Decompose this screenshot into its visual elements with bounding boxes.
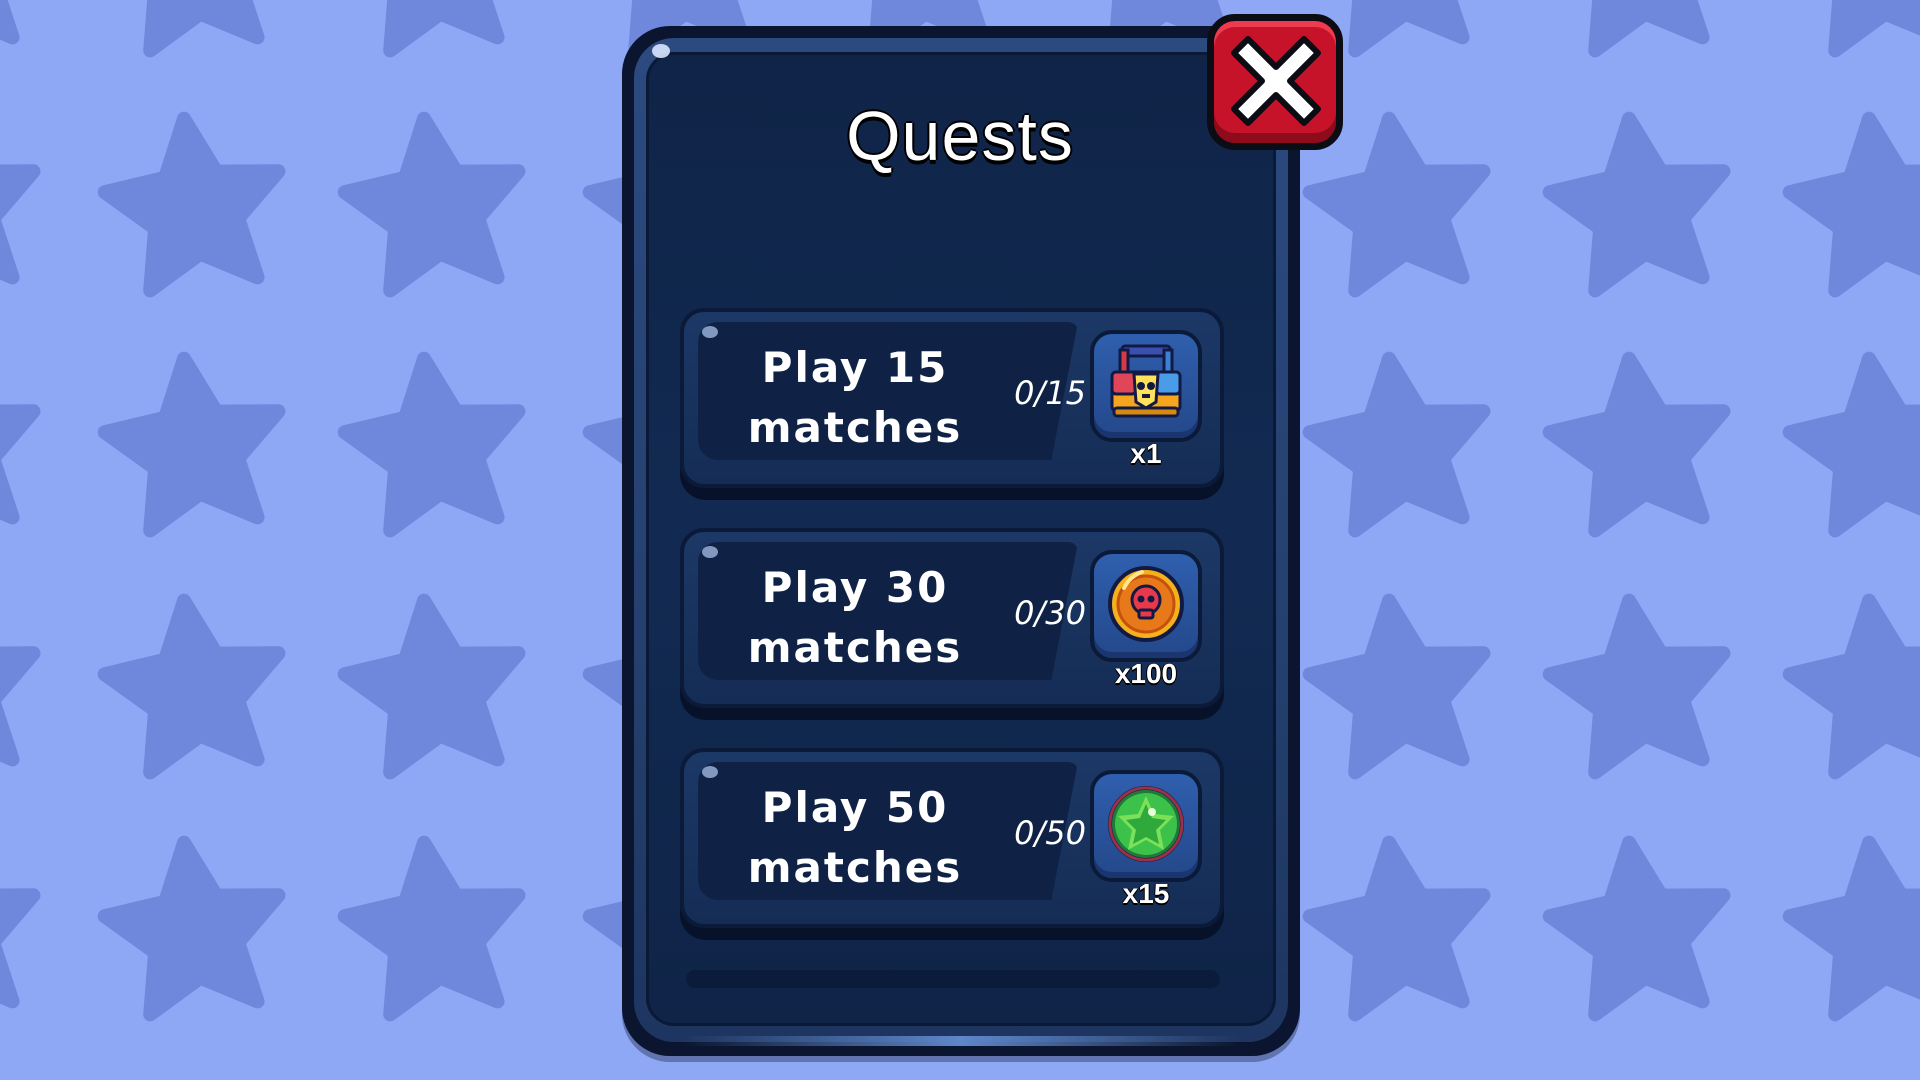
quest-progress: 0/30 — [1014, 594, 1086, 632]
row-gloss — [702, 546, 718, 558]
background-star — [1542, 593, 1731, 780]
quest-label-line1: Play 50 — [761, 783, 949, 832]
background-star — [1542, 351, 1731, 538]
row-gloss — [702, 326, 718, 338]
reward-box[interactable] — [1090, 770, 1202, 882]
background-star — [337, 835, 526, 1022]
next-row-edge — [686, 970, 1220, 988]
background-star — [1782, 835, 1920, 1022]
background-star — [1302, 351, 1491, 538]
background-star — [337, 351, 526, 538]
quest-label: Play 15 matches — [710, 338, 1000, 458]
quest-row[interactable]: Play 15 matches 0/15 x1 — [680, 308, 1224, 500]
panel-bottom-rim — [682, 1036, 1240, 1046]
quest-label: Play 30 matches — [710, 558, 1000, 678]
background-star — [0, 888, 41, 1009]
reward-box[interactable] — [1090, 330, 1202, 442]
close-button[interactable] — [1207, 14, 1343, 150]
reward-quantity: x100 — [1114, 658, 1178, 689]
background-star — [0, 0, 20, 45]
background-star — [1782, 593, 1920, 780]
page-title: Quests — [846, 97, 1074, 175]
background-star — [383, 0, 505, 58]
row-gloss — [702, 766, 718, 778]
quest-label-line2: matches — [747, 403, 963, 452]
brawl-box-icon — [1110, 344, 1182, 418]
background-star — [97, 351, 286, 538]
background-star — [1828, 0, 1920, 58]
background-star — [1302, 835, 1491, 1022]
quest-progress: 0/15 — [1014, 374, 1086, 412]
quest-row[interactable]: Play 50 matches 0/50 x15 — [680, 748, 1224, 940]
gem-icon — [1108, 786, 1184, 862]
reward-quantity: x15 — [1122, 878, 1170, 909]
reward-quantity: x1 — [1130, 438, 1162, 469]
quest-label: Play 50 matches — [710, 778, 1000, 898]
background-star — [143, 0, 265, 58]
background-star — [97, 593, 286, 780]
background-star — [1302, 593, 1491, 780]
quest-label-line2: matches — [747, 843, 963, 892]
background-star — [0, 404, 41, 525]
background-star — [337, 593, 526, 780]
quest-row[interactable]: Play 30 matches 0/30 x100 — [680, 528, 1224, 720]
coin-icon — [1108, 566, 1184, 642]
background-star — [0, 646, 41, 767]
quest-label-line1: Play 15 — [761, 343, 949, 392]
background-star — [1542, 835, 1731, 1022]
background-star — [1588, 0, 1710, 58]
close-x-icon — [1231, 36, 1321, 126]
panel-gloss — [652, 44, 670, 58]
quest-progress: 0/50 — [1014, 814, 1086, 852]
quest-label-line2: matches — [747, 623, 963, 672]
quest-label-line1: Play 30 — [761, 563, 949, 612]
background-star — [1782, 351, 1920, 538]
background-star — [97, 835, 286, 1022]
reward-box[interactable] — [1090, 550, 1202, 662]
